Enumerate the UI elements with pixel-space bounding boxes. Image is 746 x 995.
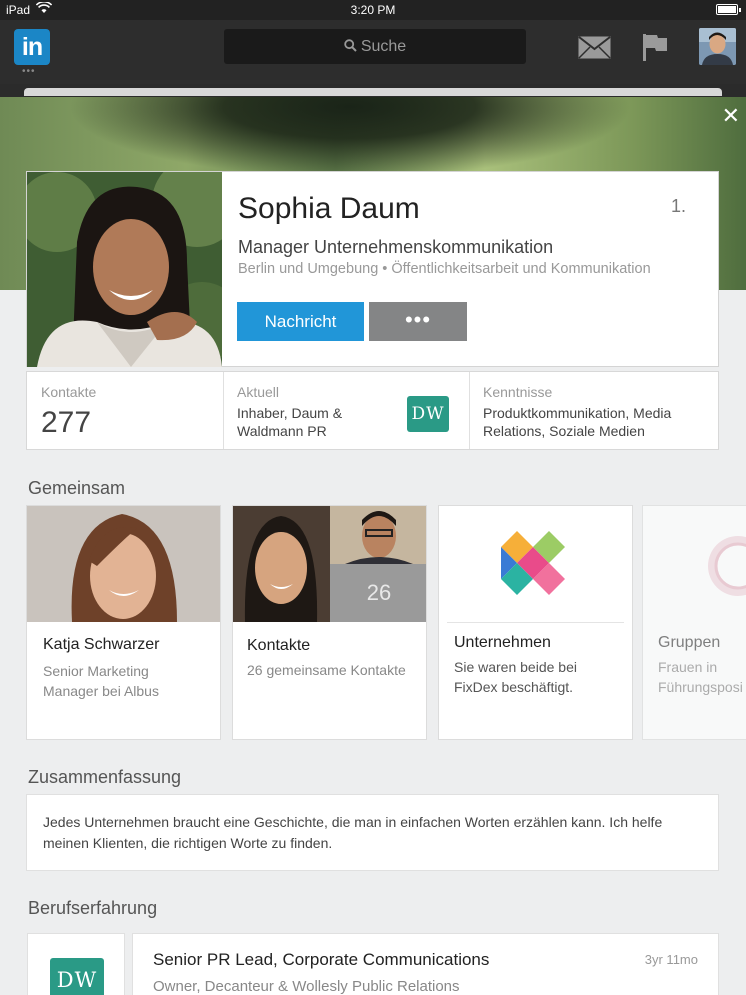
linkedin-logo[interactable]: in [14,29,50,65]
current-position-line: Waldmann PR [237,423,327,439]
user-avatar[interactable] [699,28,736,65]
common-card-company[interactable]: Unternehmen Sie waren beide bei FixDex b… [438,505,633,740]
headline-line: Manager bei Albus [43,683,159,699]
company-sub-line: Sie waren beide bei [454,659,577,675]
common-contacts-title: Kontakte [247,637,311,654]
summary-line: meinen Klienten, die richtigen Worte zu … [43,835,333,851]
common-contacts-sub: 26 gemeinsame Kontakte [247,662,406,678]
summary-line: Jedes Unternehmen braucht eine Geschicht… [43,814,663,830]
stat-contacts[interactable]: Kontakte 277 [27,372,223,449]
experience-company: Owner, Decanteur & Wollesly Public Relat… [153,978,460,995]
headline-line: Senior Marketing [43,663,149,679]
common-card-groups[interactable]: Gruppen Frauen in Führungsposi [642,505,746,740]
experience-company-logo: DW [50,958,104,995]
contacts-label: Kontakte [41,384,97,400]
common-company-sub: Sie waren beide bei FixDex beschäftigt. [454,657,577,697]
more-options-button[interactable]: ••• [369,302,467,341]
clock: 3:20 PM [350,3,396,17]
person-photo [27,506,220,622]
contacts-count: 277 [41,406,92,439]
common-person-headline: Senior Marketing Manager bei Albus [43,661,159,701]
section-title-summary: Zusammenfassung [28,767,182,787]
message-button[interactable]: Nachricht [237,302,364,341]
search-icon [344,39,357,52]
profile-name: Sophia Daum [238,192,420,225]
current-label: Aktuell [237,384,280,400]
status-bar: iPad 3:20 PM [0,0,746,20]
skills-label: Kenntnisse [483,384,553,400]
groups-sub-line: Führungsposi [658,679,743,695]
experience-logo-box: DW [27,933,125,995]
contacts-photos: 26 [233,506,426,622]
connection-degree: 1. [670,196,686,216]
group-logo-area [643,506,746,622]
common-card-contacts[interactable]: 26 Kontakte 26 gemeinsame Kontakte [232,505,427,740]
current-position: Inhaber, Daum & Waldmann PR [237,404,342,440]
card-divider [447,622,624,623]
stat-skills[interactable]: Kenntnisse Produktkommunikation, Media R… [469,372,718,449]
stat-current[interactable]: Aktuell Inhaber, Daum & Waldmann PR DW [223,372,469,449]
mail-icon[interactable] [578,36,611,59]
search-placeholder: Suche [360,38,407,55]
experience-duration: 3yr 11mo [644,952,698,967]
common-groups-title: Gruppen [658,634,721,651]
contacts-more-count: 26 [366,580,392,605]
section-title-experience: Berufserfahrung [28,898,158,918]
profile-location: Berlin und Umgebung • Öffentlichkeitsarb… [238,261,651,277]
profile-photo [27,172,222,367]
summary-text: Jedes Unternehmen braucht eine Geschicht… [26,794,719,871]
experience-role: Senior PR Lead, Corporate Communications [153,950,490,969]
skills-text: Produktkommunikation, Media Relations, S… [483,404,671,440]
common-person-name: Katja Schwarzer [43,636,160,653]
groups-sub-line: Frauen in [658,659,718,675]
fixdex-logo-icon [439,506,632,622]
flag-icon[interactable] [641,33,669,61]
battery-icon [716,4,741,15]
company-logo: DW [407,396,449,432]
stacked-sheet-edge [24,88,722,96]
current-position-line: Inhaber, Daum & [237,405,343,421]
company-sub-line: FixDex beschäftigt. [454,679,574,695]
section-title-common: Gemeinsam [28,478,126,498]
close-icon[interactable]: ✕ [722,105,740,127]
profile-headline: Manager Unternehmenskommunikation [238,237,554,257]
profile-stats: Kontakte 277 Aktuell Inhaber, Daum & Wal… [26,371,719,450]
search-input[interactable]: Suche [224,29,526,64]
experience-item[interactable]: Senior PR Lead, Corporate Communications… [132,933,719,995]
group-logo-icon [643,506,746,622]
top-nav: in ••• Suche [0,20,746,84]
profile-panel: ✕ Sophia Daum 1. Manager Unternehmenskom… [0,97,746,995]
common-company-title: Unternehmen [454,634,551,651]
skills-line: Relations, Soziale Medien [483,423,645,439]
skills-line: Produktkommunikation, Media [483,405,672,421]
common-card-person[interactable]: Katja Schwarzer Senior Marketing Manager… [26,505,221,740]
company-logo-area [439,506,632,622]
common-groups-sub: Frauen in Führungsposi [658,657,743,697]
profile-card: Sophia Daum 1. Manager Unternehmenskommu… [26,171,719,367]
logo-dots-icon: ••• [22,66,36,77]
